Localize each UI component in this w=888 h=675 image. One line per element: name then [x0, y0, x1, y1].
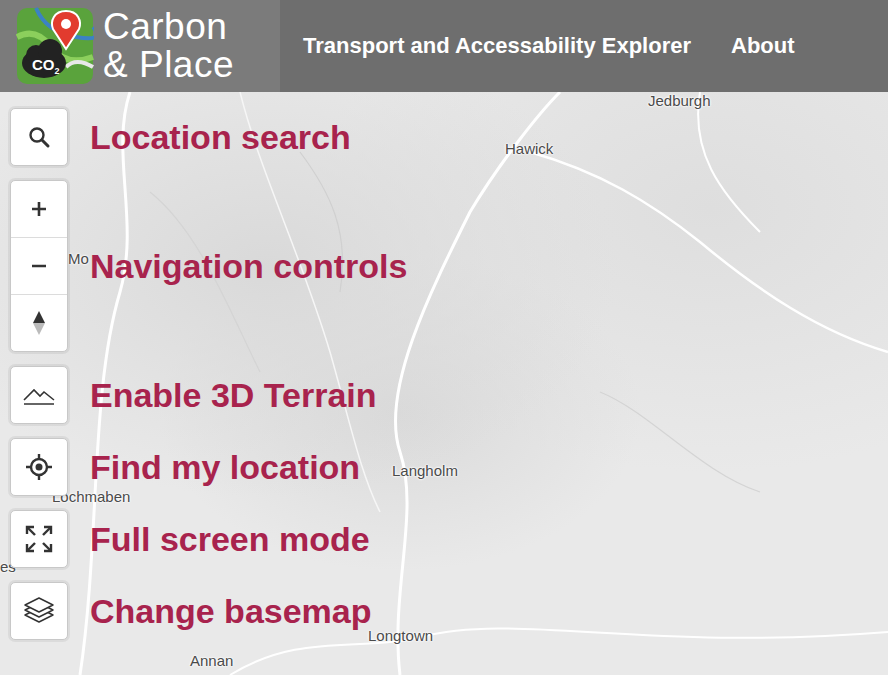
minus-icon [29, 256, 49, 276]
zoom-out-button[interactable] [11, 237, 67, 294]
logo-text: Carbon& Place [103, 8, 234, 84]
control-row: Full screen mode [10, 510, 407, 568]
place-label: Annan [190, 652, 233, 669]
nav-link[interactable]: Transport and Accessability Explorer [303, 33, 691, 59]
logo-line: Carbon [103, 8, 234, 46]
search-button[interactable] [11, 109, 67, 165]
search-icon [27, 125, 51, 149]
reset-north-button[interactable] [11, 294, 67, 351]
control-group [10, 582, 68, 640]
place-label: Hawick [505, 140, 553, 157]
control-group [10, 366, 68, 424]
crosshair-icon [25, 453, 53, 481]
plus-icon [29, 199, 49, 219]
control-group [10, 180, 68, 352]
locate-button[interactable] [11, 439, 67, 495]
top-bar: CO2 Carbon& Place Transport and Accessabil… [0, 0, 888, 92]
control-row: Location search [10, 108, 407, 166]
logo[interactable]: CO2 Carbon& Place [0, 0, 280, 92]
control-group [10, 438, 68, 496]
layers-icon [22, 594, 56, 628]
terrain-button[interactable] [11, 367, 67, 423]
badge-subscript: 2 [55, 66, 60, 76]
control-row: Change basemap [10, 582, 407, 640]
mountain-icon [22, 384, 56, 406]
nav-link[interactable]: About [731, 33, 795, 59]
control-row: Find my location [10, 438, 407, 496]
control-row: Navigation controls [10, 180, 407, 352]
place-label: Jedburgh [648, 92, 711, 109]
map-controls: Location search Navigation controls Enable… [10, 108, 407, 640]
control-group [10, 108, 68, 166]
expand-arrows-icon [24, 524, 54, 554]
logo-line: & Place [103, 46, 234, 84]
fullscreen-button[interactable] [11, 511, 67, 567]
co2-badge: CO2 [32, 57, 60, 79]
badge-text: CO [32, 56, 55, 73]
control-group [10, 510, 68, 568]
annotation-label: Enable 3D Terrain [90, 375, 377, 415]
nav: Transport and Accessability Explorer Abou… [303, 33, 795, 59]
annotation-label: Navigation controls [90, 246, 407, 286]
compass-icon [31, 309, 47, 337]
zoom-in-button[interactable] [11, 181, 67, 237]
annotation-label: Find my location [90, 447, 360, 487]
control-row: Enable 3D Terrain [10, 366, 407, 424]
annotation-label: Location search [90, 117, 351, 157]
annotation-label: Full screen mode [90, 519, 370, 559]
basemap-button[interactable] [11, 583, 67, 639]
place-label: Longtown [368, 627, 433, 644]
logo-icon: CO2 [16, 7, 94, 85]
place-label: Langholm [392, 462, 458, 479]
map[interactable]: JedburghHawickMoLangholmLochmabenesLongt… [0, 92, 888, 675]
annotation-label: Change basemap [90, 591, 372, 631]
place-label: Mo [68, 250, 89, 267]
